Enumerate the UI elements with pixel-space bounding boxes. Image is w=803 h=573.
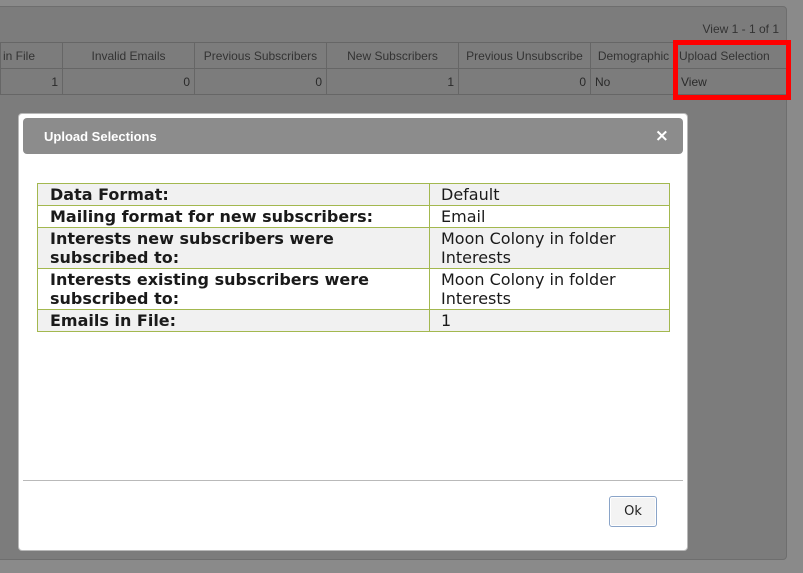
col-new-subscribers[interactable]: New Subscribers <box>326 42 459 69</box>
dialog-header: Upload Selections × <box>23 118 683 154</box>
cell-invalid-emails: 0 <box>62 68 195 95</box>
pager-info: View 1 - 1 of 1 <box>702 22 780 36</box>
cell-emails-in-file: 1 <box>0 68 63 95</box>
table-row: 1 0 0 1 0 No View <box>0 68 790 95</box>
cell-new-subscribers: 1 <box>326 68 459 95</box>
col-emails-in-file[interactable]: in File <box>0 42 63 69</box>
col-demographic[interactable]: Demographic <box>590 42 677 69</box>
cell-demographic: No <box>590 68 677 95</box>
table-row: Data Format: Default <box>37 183 670 206</box>
detail-value: Moon Colony in folder Interests <box>429 268 670 310</box>
detail-label: Interests new subscribers were subscribe… <box>37 227 430 269</box>
detail-value: Default <box>429 183 670 206</box>
close-icon[interactable]: × <box>655 127 669 145</box>
grid-header-row: in File Invalid Emails Previous Subscrib… <box>0 42 790 69</box>
ok-button[interactable]: Ok <box>609 496 657 527</box>
upload-details-table: Data Format: Default Mailing format for … <box>37 183 670 332</box>
col-previous-subscribers[interactable]: Previous Subscribers <box>194 42 327 69</box>
detail-label: Interests existing subscribers were subs… <box>37 268 430 310</box>
dialog-title: Upload Selections <box>44 128 157 144</box>
col-previous-unsubscribe[interactable]: Previous Unsubscribe <box>458 42 591 69</box>
table-row: Interests new subscribers were subscribe… <box>37 227 670 269</box>
highlight-box <box>673 40 791 100</box>
detail-value: Email <box>429 205 670 228</box>
results-grid: in File Invalid Emails Previous Subscrib… <box>0 42 790 95</box>
dialog-footer-divider <box>23 480 683 481</box>
table-row: Mailing format for new subscribers: Emai… <box>37 205 670 228</box>
detail-value: 1 <box>429 309 670 332</box>
table-row: Interests existing subscribers were subs… <box>37 268 670 310</box>
detail-label: Data Format: <box>37 183 430 206</box>
cell-previous-unsubscribe: 0 <box>458 68 591 95</box>
cell-previous-subscribers: 0 <box>194 68 327 95</box>
col-invalid-emails[interactable]: Invalid Emails <box>62 42 195 69</box>
upload-selections-dialog: Upload Selections × Data Format: Default… <box>18 113 688 551</box>
detail-label: Emails in File: <box>37 309 430 332</box>
detail-value: Moon Colony in folder Interests <box>429 227 670 269</box>
detail-label: Mailing format for new subscribers: <box>37 205 430 228</box>
table-row: Emails in File: 1 <box>37 309 670 332</box>
